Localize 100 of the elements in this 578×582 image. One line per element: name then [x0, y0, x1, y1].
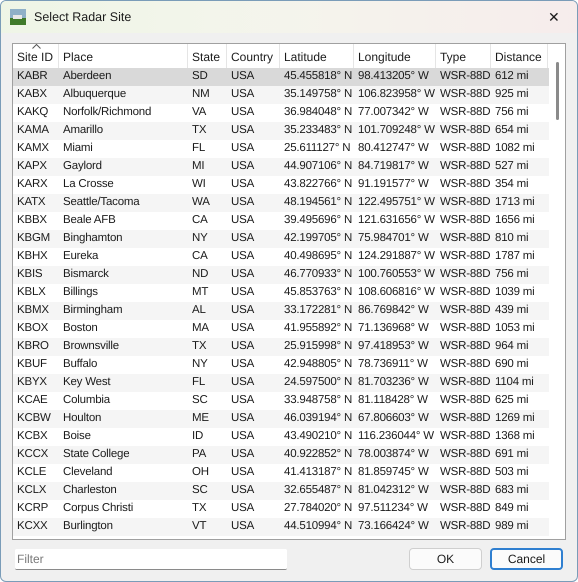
table-row[interactable]: KABR Aberdeen SD USA 45.455818° N 98.413205° W WSR-88D 612 mi	[13, 68, 549, 86]
table-cell-text: Key West	[62, 375, 112, 390]
table-cell-text: Boston	[62, 321, 99, 336]
table-cell-text: 124.291887° W	[357, 249, 436, 264]
table-cell-text: 1269 mi	[494, 411, 536, 426]
table-row[interactable]: KCXX Burlington VT USA 44.510994° N 73.166424° W WSR-88D 989 mi	[13, 518, 549, 536]
table-cell-text: KCXX	[16, 519, 49, 534]
dialog-button[interactable]: OK	[409, 548, 482, 570]
table-cell-text: AL	[191, 303, 207, 318]
table-cell-text: 24.597500° N	[283, 375, 354, 390]
table-cell-text: USA	[230, 177, 256, 192]
table-cell-text: USA	[230, 87, 256, 102]
table-row[interactable]: KBIS Bismarck ND USA 46.770933° N 100.760553° W WSR-88D 756 mi	[13, 266, 549, 284]
table-cell-text: WSR-88D	[439, 357, 491, 372]
table-cell-text: TX	[191, 339, 208, 354]
table-cell-text: 1368 mi	[494, 429, 536, 444]
table-cell-text: NY	[191, 231, 209, 246]
table-row[interactable]: KABX Albuquerque NM USA 35.149758° N 106.823958° W WSR-88D 925 mi	[13, 86, 549, 104]
table-cell-text: 81.118428° W	[357, 393, 429, 408]
table-cell-text: KCLE	[16, 465, 48, 480]
table-cell-text: USA	[230, 123, 256, 138]
table-cell-text: 75.984701° W	[357, 231, 430, 246]
table-cell-text: 35.149758° N	[283, 87, 354, 102]
table-row[interactable]: KATX Seattle/Tacoma WA USA 48.194561° N 122.495751° W WSR-88D 1713 mi	[13, 194, 549, 212]
table-cell-text: 527 mi	[494, 159, 530, 174]
table-row[interactable]: KAMA Amarillo TX USA 35.233483° N 101.709248° W WSR-88D 654 mi	[13, 122, 549, 140]
table-cell-text: 756 mi	[494, 267, 530, 282]
table-cell-text: Eureka	[62, 249, 100, 264]
table-row[interactable]: KAPX Gaylord MI USA 44.907106° N 84.719817° W WSR-88D 527 mi	[13, 158, 549, 176]
table-cell-text: 1039 mi	[494, 285, 536, 300]
table-cell-text: 625 mi	[494, 393, 530, 408]
table-cell-text: 81.703236° W	[357, 375, 430, 390]
table-cell-text: MA	[191, 321, 210, 336]
table-cell-text: USA	[230, 465, 256, 480]
table-cell-text: KBLX	[16, 285, 47, 300]
table-cell-text: WSR-88D	[439, 285, 491, 300]
table-cell-text: Gaylord	[62, 159, 103, 174]
table-cell-text: 121.631656° W	[357, 213, 436, 228]
table-cell-text: VA	[191, 105, 208, 120]
filter-field[interactable]: Filter	[15, 548, 287, 570]
table-row[interactable]: KBGM Binghamton NY USA 42.199705° N 75.984701° W WSR-88D 810 mi	[13, 230, 549, 248]
table-cell-text: WSR-88D	[439, 231, 491, 246]
table-cell-text: USA	[230, 429, 256, 444]
table-row[interactable]: KBMX Birmingham AL USA 33.172281° N 86.769842° W WSR-88D 439 mi	[13, 302, 549, 320]
table-cell-text: 98.413205° W	[357, 69, 430, 84]
table-row[interactable]: KBRO Brownsville TX USA 25.915998° N 97.418953° W WSR-88D 964 mi	[13, 338, 549, 356]
table-row[interactable]: KBYX Key West FL USA 24.597500° N 81.703236° W WSR-88D 1104 mi	[13, 374, 549, 392]
table-cell-text: 46.039194° N	[283, 411, 354, 426]
table-cell-text: FL	[191, 375, 206, 390]
dialog-button[interactable]: Cancel	[490, 548, 563, 570]
table-cell-text: USA	[230, 321, 256, 336]
table-cell-text: 97.418953° W	[357, 339, 430, 354]
table-cell-text: 690 mi	[494, 357, 530, 372]
table-cell-text: 122.495751° W	[357, 195, 436, 210]
table-cell-text: USA	[230, 231, 256, 246]
close-button[interactable]: ✕	[531, 1, 577, 33]
table-cell-text: 40.498695° N	[283, 249, 354, 264]
table-cell-text: OH	[191, 465, 210, 480]
table-cell-text: 48.194561° N	[283, 195, 354, 210]
table-cell-text: 354 mi	[494, 177, 530, 192]
table-cell-text: 80.412747° W	[357, 141, 430, 156]
table-cell-text: Bismarck	[62, 267, 110, 282]
table-cell-text: WSR-88D	[439, 501, 491, 516]
table-row[interactable]: KCBW Houlton ME USA 46.039194° N 67.806603° W WSR-88D 1269 mi	[13, 410, 549, 428]
table-cell-text: USA	[230, 249, 256, 264]
table-cell-text: FL	[191, 141, 206, 156]
table-cell-text: 40.922852° N	[283, 447, 354, 462]
table-row[interactable]: KCLX Charleston SC USA 32.655487° N 81.042312° W WSR-88D 683 mi	[13, 482, 549, 500]
table-row[interactable]: KCCX State College PA USA 40.922852° N 78.003874° W WSR-88D 691 mi	[13, 446, 549, 464]
table-cell-text: USA	[230, 393, 256, 408]
table-cell-text: KBMX	[16, 303, 50, 318]
table-cell-text: VT	[191, 519, 208, 534]
table-cell-text: 1656 mi	[494, 213, 536, 228]
table-cell-text: KABX	[16, 87, 48, 102]
table-cell-text: WSR-88D	[439, 375, 491, 390]
table-cell-text: Seattle/Tacoma	[62, 195, 141, 210]
table-cell-text: WSR-88D	[439, 519, 491, 534]
table-cell-text: Corpus Christi	[62, 501, 134, 516]
table-cell-text: Boise	[62, 429, 92, 444]
sort-up-icon	[32, 44, 41, 49]
table-cell-text: Brownsville	[62, 339, 120, 354]
table-cell-text: Houlton	[62, 411, 102, 426]
table-cell-text: State College	[62, 447, 130, 462]
table-cell-text: 91.191577° W	[357, 177, 430, 192]
table-cell-text: 101.709248° W	[357, 123, 436, 138]
table-cell-text: 81.042312° W	[357, 483, 430, 498]
table-cell-text: KBGM	[16, 231, 52, 246]
table-cell-text: USA	[230, 483, 256, 498]
table-cell-text: WSR-88D	[439, 465, 491, 480]
table-cell-text: MT	[191, 285, 210, 300]
table-cell-text: 1104 mi	[494, 375, 535, 390]
table-cell-text: WSR-88D	[439, 447, 491, 462]
table-cell-text: 25.611127° N	[283, 141, 352, 156]
table-cell-text: KBUF	[16, 357, 48, 372]
table-cell-text: WSR-88D	[439, 303, 491, 318]
table-cell-text: 41.955892° N	[283, 321, 354, 336]
table-cell-text: USA	[230, 159, 256, 174]
table-cell-text: 683 mi	[494, 483, 530, 498]
table-cell-text: 84.719817° W	[357, 159, 430, 174]
table-cell-text: 33.172281° N	[283, 303, 354, 318]
